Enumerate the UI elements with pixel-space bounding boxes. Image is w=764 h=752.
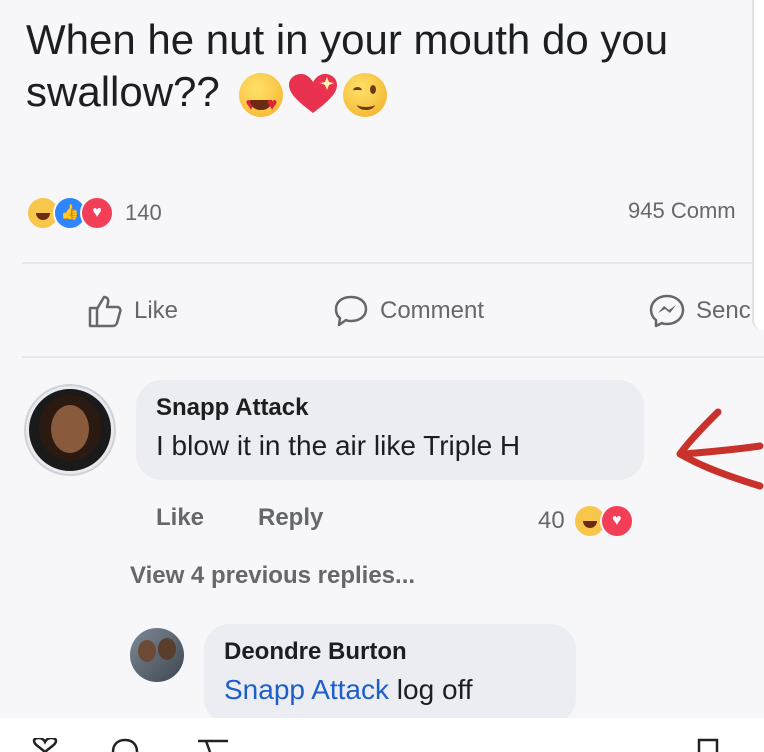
comment-button[interactable]: Comment (332, 292, 484, 330)
post-action-bar: Like Comment Senc (0, 286, 764, 342)
like-button-label: Like (134, 297, 179, 324)
comment-reply-button[interactable]: Reply (258, 504, 323, 532)
post-reactions[interactable]: 👍 ♥ 140 (26, 196, 162, 230)
comment-icon (334, 295, 368, 327)
comment-text: I blow it in the air like Triple H (156, 430, 521, 461)
divider (22, 356, 764, 358)
post-card: When he nut in your mouth do you swallow… (0, 0, 764, 718)
thumbs-up-icon (88, 295, 122, 328)
reply-text-content: log off (396, 674, 473, 705)
sparkling-heart-emoji-icon (287, 73, 339, 117)
scrollbar[interactable] (752, 0, 764, 330)
comment-reactions[interactable]: 40 ♥ (538, 504, 634, 538)
reply-author[interactable]: Deondre Burton (224, 638, 556, 666)
comments-count-link[interactable]: 945 Comm (628, 198, 736, 224)
reply-bubble: Deondre Burton Snapp Attack log off (204, 624, 576, 718)
comment-author[interactable]: Snapp Attack (156, 394, 624, 422)
comment-bubble: Snapp Attack I blow it in the air like T… (136, 380, 644, 480)
comment-like-button[interactable]: Like (156, 504, 204, 532)
avatar[interactable] (130, 628, 184, 682)
love-reaction-icon: ♥ (599, 504, 634, 538)
red-arrow-annotation (676, 408, 764, 490)
reply-mention-link[interactable]: Snapp Attack (224, 674, 389, 705)
messenger-icon (649, 294, 685, 328)
comment-button-label: Comment (380, 297, 485, 324)
winking-emoji-icon (343, 72, 388, 117)
love-reaction-icon: ♥ (80, 196, 114, 230)
view-previous-replies-link[interactable]: View 4 previous replies... (130, 562, 415, 590)
post-text: When he nut in your mouth do you swallow… (26, 14, 746, 130)
reply-text: Snapp Attack log off (224, 674, 556, 706)
reaction-count: 140 (125, 200, 162, 225)
heart-eyes-emoji-icon (239, 72, 284, 130)
like-button[interactable]: Like (86, 292, 178, 330)
post-emoji-row (239, 72, 388, 130)
avatar[interactable] (26, 386, 114, 474)
divider (22, 262, 764, 264)
comment-reaction-count: 40 (538, 507, 565, 534)
send-button-label: Senc (696, 297, 751, 324)
bottom-toolbar (0, 718, 764, 752)
send-button[interactable]: Senc (648, 292, 751, 330)
